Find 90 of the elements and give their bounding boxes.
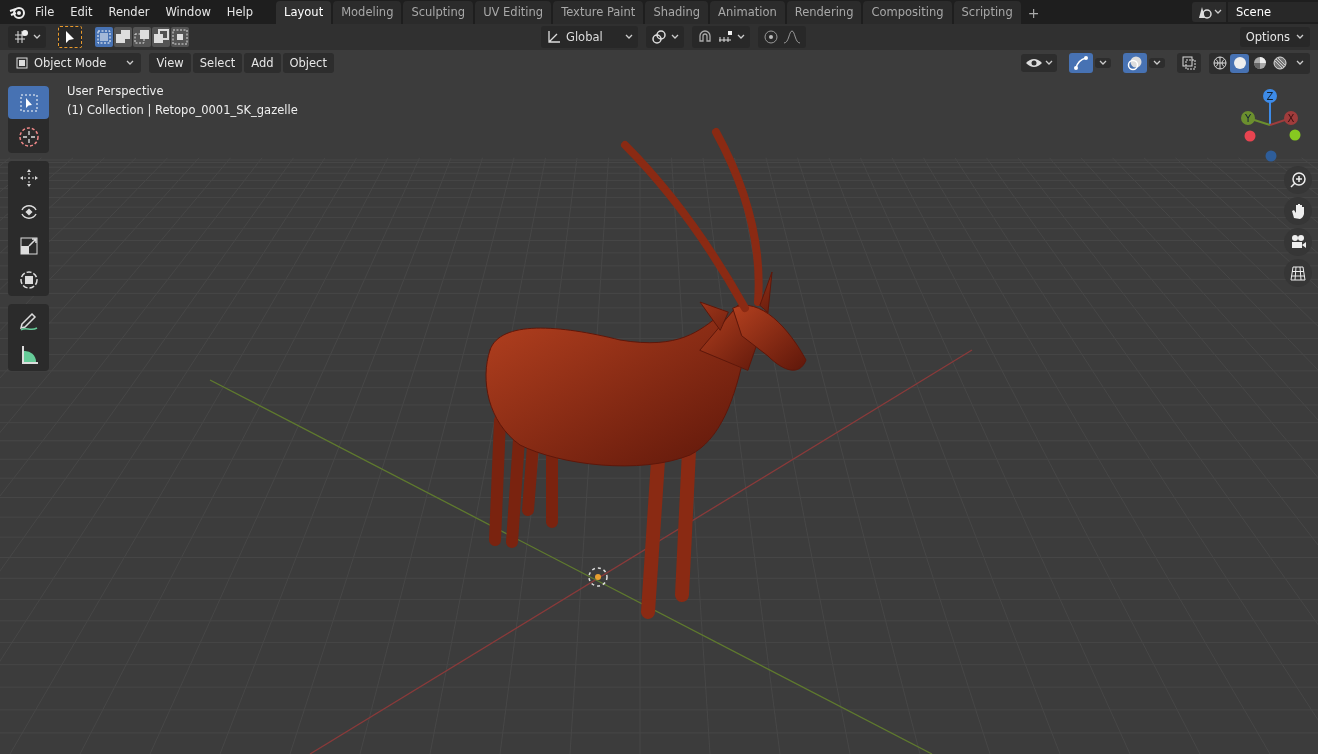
workspace-tab[interactable]: Shading — [645, 1, 709, 24]
chevron-down-icon — [670, 34, 679, 40]
link-icon — [650, 29, 667, 45]
3d-cursor-icon — [588, 567, 608, 587]
chevron-down-icon — [736, 34, 745, 40]
axes-icon — [13, 29, 29, 45]
grid-icon — [1289, 264, 1307, 282]
workspace-tab[interactable]: Compositing — [863, 1, 952, 24]
selection-mode-icon — [114, 28, 132, 46]
workspace-tab[interactable]: Sculpting — [403, 1, 474, 24]
chevron-down-icon — [1099, 60, 1107, 66]
select-tool-button[interactable] — [58, 26, 82, 48]
workspace-tab[interactable]: Layout — [276, 1, 332, 24]
projection-toggle-button[interactable] — [1284, 259, 1312, 287]
chevron-down-icon — [1296, 34, 1304, 40]
selection-mode-icon — [152, 28, 170, 46]
chevron-down-icon — [1214, 9, 1222, 15]
magnet-icon — [696, 29, 713, 45]
add-workspace-button[interactable]: + — [1022, 1, 1045, 24]
zoom-button[interactable] — [1284, 166, 1312, 194]
gizmo-toggle-button[interactable] — [1069, 53, 1093, 73]
chevron-down-icon — [33, 34, 41, 40]
workspace-tab[interactable]: Animation — [710, 1, 785, 24]
menu-item[interactable]: Render — [101, 2, 157, 22]
overlays-icon — [1127, 55, 1143, 71]
cursor-tool-icon — [16, 124, 41, 149]
active-object-label: (1) Collection | Retopo_0001_SK_gazelle — [67, 103, 298, 117]
eye-icon — [1025, 56, 1043, 70]
snap-dropdown[interactable] — [691, 26, 750, 48]
overlays-toggle-button[interactable] — [1123, 53, 1147, 73]
selection-mode-button[interactable] — [152, 27, 170, 47]
axes-icon — [546, 29, 562, 45]
shading-mode-button[interactable] — [1210, 53, 1229, 73]
navigation-gizmo[interactable]: Z Y X — [1236, 86, 1308, 166]
proportional-editing-icon — [762, 29, 779, 45]
pivot-point-dropdown[interactable] — [645, 26, 684, 48]
viewport-menu[interactable]: Add — [244, 53, 281, 73]
selection-mode-button[interactable] — [95, 27, 113, 47]
selection-mode-button[interactable] — [133, 27, 151, 47]
selection-mode-icon — [95, 28, 113, 46]
scene-name-field[interactable]: Scene — [1228, 2, 1318, 22]
xray-icon — [1181, 55, 1197, 71]
orientation-dropdown[interactable]: Global — [541, 26, 638, 48]
gizmo-dropdown[interactable] — [1095, 58, 1111, 68]
cursor-arrow-icon — [64, 30, 76, 44]
workspace-tab[interactable]: UV Editing — [475, 1, 552, 24]
scene-selector-button[interactable] — [1192, 2, 1226, 22]
menu-item[interactable]: Window — [158, 2, 218, 22]
workspace-tab[interactable]: Rendering — [786, 1, 862, 24]
viewport-menu[interactable]: Select — [192, 53, 243, 73]
selection-mode-icon — [133, 28, 151, 46]
selection-mode-button[interactable] — [171, 27, 189, 47]
shading-icon — [1231, 55, 1248, 71]
menu-item[interactable]: Edit — [63, 2, 100, 22]
shading-mode-button[interactable] — [1270, 53, 1289, 73]
menu-item[interactable]: File — [28, 2, 62, 22]
mode-dropdown[interactable]: Object Mode — [8, 53, 142, 73]
shading-icon — [1211, 55, 1228, 71]
object-mode-icon — [15, 56, 29, 70]
chevron-down-icon — [624, 34, 633, 40]
selection-mode-button[interactable] — [114, 27, 132, 47]
shading-icon — [1251, 55, 1268, 71]
chevron-down-icon — [1045, 60, 1053, 66]
menu-item[interactable]: Help — [219, 2, 261, 22]
falloff-curve-icon — [782, 29, 801, 45]
zoom-icon — [1289, 171, 1307, 189]
overlays-dropdown[interactable] — [1149, 58, 1165, 68]
proportional-editing-dropdown[interactable] — [757, 26, 806, 48]
options-dropdown[interactable]: Options — [1239, 27, 1310, 47]
workspace-tab[interactable]: Texture Paint — [553, 1, 644, 24]
viewport-menu[interactable]: View — [149, 53, 191, 73]
snap-increment-icon — [716, 29, 733, 45]
selection-mode-icon — [171, 28, 189, 46]
pan-button[interactable] — [1284, 197, 1312, 225]
shading-mode-button[interactable] — [1230, 53, 1249, 73]
chevron-down-icon — [1295, 60, 1304, 66]
view-name: User Perspective — [67, 84, 165, 98]
selectability-dropdown[interactable] — [1021, 54, 1057, 72]
gizmo-icon — [1073, 55, 1089, 71]
orientation-gizmo-dropdown[interactable] — [8, 26, 46, 48]
viewport-menu[interactable]: Object — [282, 53, 334, 73]
hand-icon — [1289, 202, 1307, 220]
xray-toggle-button[interactable] — [1177, 53, 1201, 73]
shading-icon — [1271, 55, 1288, 71]
chevron-down-icon — [1153, 60, 1161, 66]
camera-view-button[interactable] — [1284, 228, 1312, 256]
chevron-down-icon — [126, 60, 135, 66]
workspace-tab[interactable]: Scripting — [953, 1, 1021, 24]
workspace-tab[interactable]: Modeling — [333, 1, 402, 24]
movie-camera-icon — [1289, 233, 1307, 251]
